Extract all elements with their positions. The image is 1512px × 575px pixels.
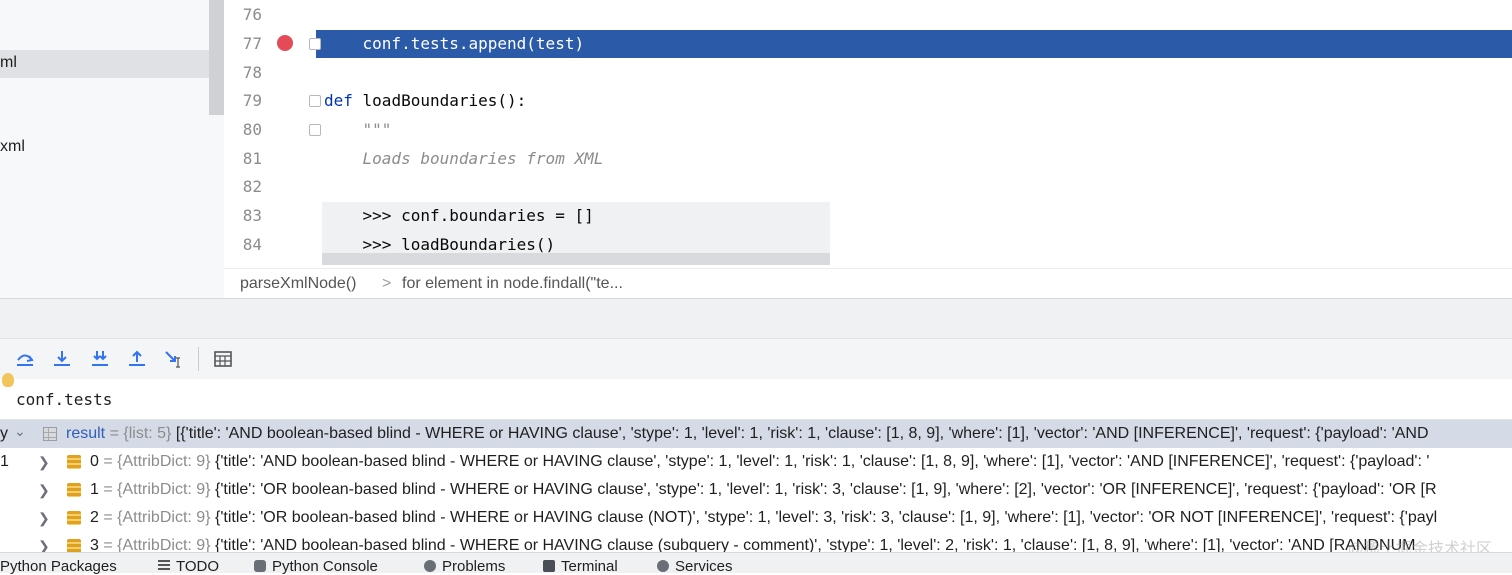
variable-row[interactable]: ❯ 1 = {AttribDict: 9} {'title': 'OR bool… — [0, 476, 1512, 504]
code-line-84[interactable]: >>> loadBoundaries() — [324, 235, 556, 254]
code-line-79[interactable]: def loadBoundaries(): — [324, 91, 526, 110]
debug-panel-header — [0, 298, 1512, 339]
variables-view: y ⌄ result = {list: 5} [{'title': 'AND b… — [0, 420, 1512, 552]
tab-label: Python Console — [272, 558, 378, 575]
line-number: 84 — [242, 235, 262, 254]
problems-icon — [424, 560, 436, 572]
variable-row-result[interactable]: y ⌄ result = {list: 5} [{'title': 'AND b… — [0, 420, 1512, 448]
tab-label: Problems — [442, 558, 506, 575]
python-console-icon — [254, 560, 266, 572]
variable-type: = {AttribDict: 9} — [98, 509, 215, 526]
step-into-my-code-icon[interactable] — [88, 347, 112, 371]
code-editor[interactable]: conf.tests.append(test) def loadBoundari… — [316, 0, 1512, 268]
project-selected-row[interactable] — [0, 50, 209, 78]
expression-input[interactable]: conf.tests — [16, 390, 112, 409]
variable-value: {'title': 'AND boolean-based blind - WHE… — [214, 537, 1416, 552]
breadcrumb-separator: > — [382, 275, 392, 292]
step-into-icon[interactable] — [50, 347, 74, 371]
tab-python-packages[interactable]: Python Packages — [0, 558, 117, 575]
row-edge-text: y — [0, 425, 8, 442]
tab-terminal[interactable]: Terminal — [543, 558, 618, 575]
line-number: 79 — [242, 91, 262, 110]
line-number: 76 — [242, 5, 262, 24]
lightbulb-icon[interactable] — [2, 373, 14, 387]
variable-value: {'title': 'OR boolean-based blind - WHER… — [214, 509, 1438, 526]
tab-label: Services — [675, 558, 733, 575]
fold-marker-icon[interactable] — [309, 38, 321, 50]
variable-value: {'title': 'AND boolean-based blind - WHE… — [214, 453, 1430, 470]
code-line-81[interactable]: Loads boundaries from XML — [324, 149, 604, 168]
tool-window-bar: Python Packages TODO Python Console Prob… — [0, 552, 1512, 575]
variable-row[interactable]: ❯ 2 = {AttribDict: 9} {'title': 'OR bool… — [0, 504, 1512, 532]
line-number: 82 — [242, 177, 262, 196]
step-out-icon[interactable] — [125, 347, 149, 371]
tab-problems[interactable]: Problems — [424, 558, 505, 575]
terminal-icon — [543, 560, 555, 572]
run-to-cursor-icon[interactable] — [162, 347, 186, 371]
variable-name: 1 — [90, 481, 99, 498]
tab-python-console[interactable]: Python Console — [254, 558, 378, 575]
editor-gutter: 76 77 78 79 80 81 82 83 84 — [224, 0, 316, 268]
chevron-right-icon[interactable]: ❯ — [38, 510, 50, 527]
editor-horizontal-scrollbar[interactable] — [322, 253, 830, 265]
variable-value: [{'title': 'AND boolean-based blind - WH… — [175, 425, 1429, 442]
breadcrumb-function[interactable]: parseXmlNode() — [240, 275, 356, 293]
breakpoint-icon[interactable] — [277, 35, 293, 51]
fold-marker-icon[interactable] — [309, 124, 321, 136]
def-keyword: def — [324, 91, 353, 110]
code-line-83[interactable]: >>> conf.boundaries = [] — [324, 206, 594, 225]
tab-label: TODO — [176, 558, 220, 575]
tab-todo[interactable]: TODO — [158, 558, 219, 575]
evaluate-expression-bar[interactable]: conf.tests — [0, 373, 1512, 420]
breadcrumb: parseXmlNode() > for element in node.fin… — [224, 268, 1512, 299]
dict-icon — [67, 511, 81, 525]
services-icon — [657, 560, 669, 572]
list-icon — [158, 560, 170, 572]
chevron-right-icon[interactable]: ❯ — [38, 538, 50, 552]
list-icon — [43, 427, 57, 441]
variable-type: = {AttribDict: 9} — [98, 453, 215, 470]
variable-name: result — [66, 425, 106, 442]
tab-label: Terminal — [561, 558, 618, 575]
toolbar-separator — [198, 347, 199, 371]
chevron-right-icon[interactable]: ❯ — [38, 454, 50, 471]
variable-name: 3 — [90, 537, 99, 552]
project-item[interactable]: ml — [0, 54, 17, 72]
chevron-right-icon[interactable]: ❯ — [38, 482, 50, 499]
step-over-icon[interactable] — [13, 347, 37, 371]
code-line-80[interactable]: """ — [324, 120, 392, 139]
dict-icon — [67, 455, 81, 469]
debug-toolbar — [0, 338, 1512, 380]
line-number: 81 — [242, 149, 262, 168]
line-number: 80 — [242, 120, 262, 139]
dict-icon — [67, 539, 81, 552]
fold-marker-icon[interactable] — [309, 95, 321, 107]
code-line-77[interactable]: conf.tests.append(test) — [324, 34, 585, 53]
breadcrumb-loop[interactable]: for element in node.findall("te... — [402, 275, 623, 293]
line-number: 78 — [242, 63, 262, 82]
tab-services[interactable]: Services — [657, 558, 733, 575]
variable-type: = {list: 5} — [105, 425, 176, 442]
variable-row[interactable]: 1 ❯ 0 = {AttribDict: 9} {'title': 'AND b… — [0, 448, 1512, 476]
project-item[interactable]: xml — [0, 138, 25, 156]
line-number: 83 — [242, 206, 262, 225]
variable-type: = {AttribDict: 9} — [98, 537, 215, 552]
variable-type: = {AttribDict: 9} — [98, 481, 215, 498]
chevron-down-icon[interactable]: ⌄ — [14, 423, 26, 440]
tab-label: Python Packages — [0, 558, 117, 575]
evaluate-expression-icon[interactable] — [211, 347, 235, 371]
variable-name: 0 — [90, 453, 99, 470]
row-edge-text: 1 — [0, 453, 9, 470]
variable-name: 2 — [90, 509, 99, 526]
dict-icon — [67, 483, 81, 497]
function-signature: loadBoundaries(): — [352, 91, 527, 110]
project-tool-window: ml xml — [0, 0, 224, 298]
line-number: 77 — [242, 34, 262, 53]
variable-row[interactable]: ❯ 3 = {AttribDict: 9} {'title': 'AND boo… — [0, 532, 1512, 552]
variable-value: {'title': 'OR boolean-based blind - WHER… — [214, 481, 1437, 498]
